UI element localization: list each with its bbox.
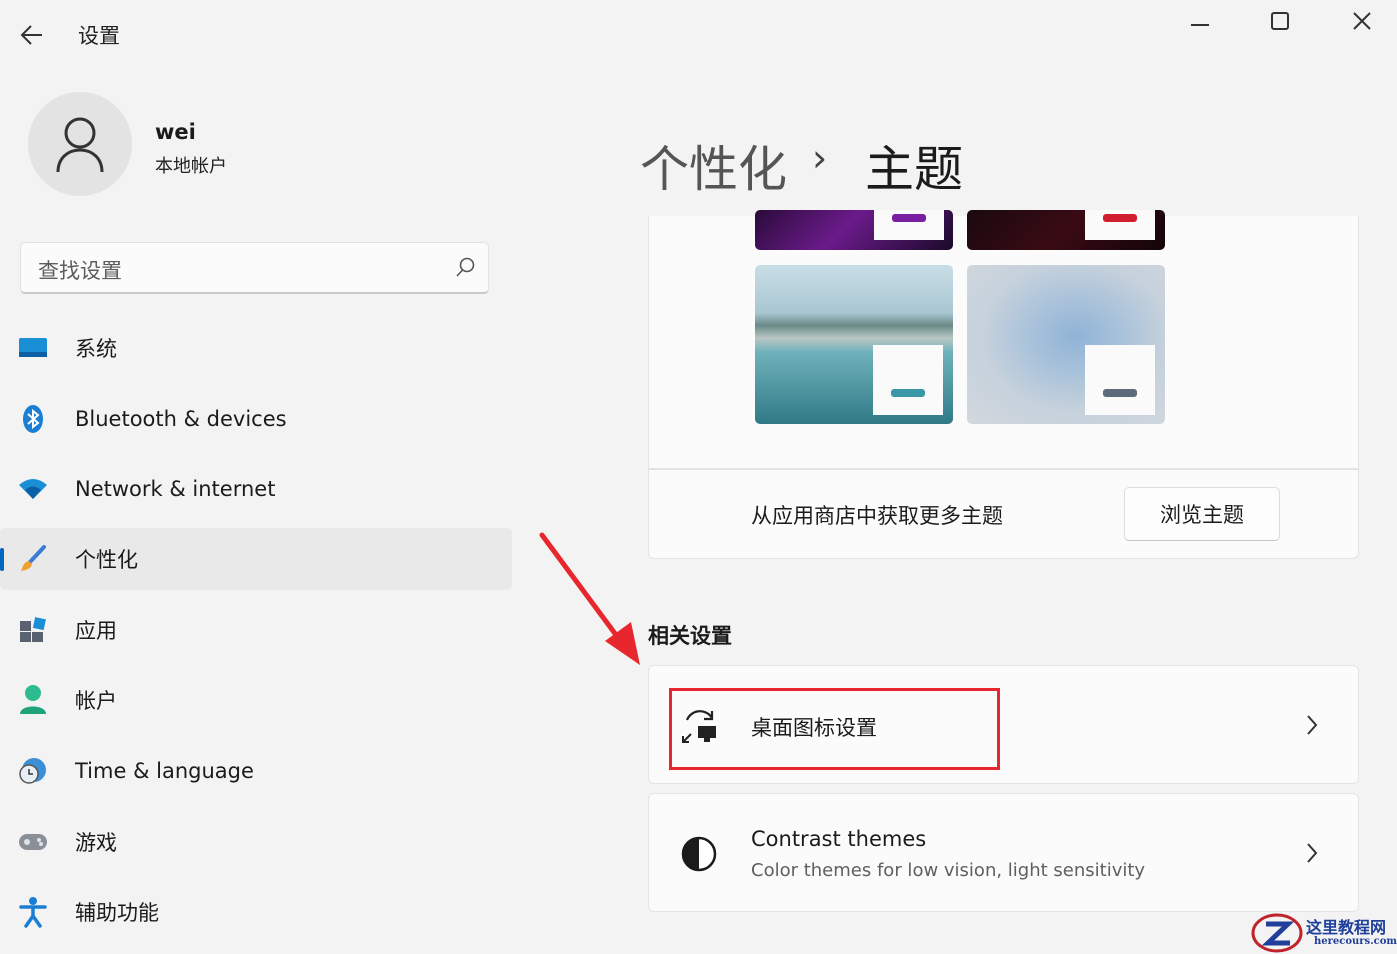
wifi-icon	[17, 473, 49, 505]
system-icon	[17, 332, 49, 364]
watermark-text: 这里教程网	[1306, 918, 1387, 937]
annotation-highlight-box	[669, 688, 1000, 770]
theme-preview-card	[1085, 345, 1155, 415]
accessibility-icon	[17, 896, 49, 928]
theme-preview-card	[873, 345, 943, 415]
sidebar-item-bluetooth[interactable]: Bluetooth & devices	[0, 388, 512, 450]
theme-accent-bar	[892, 214, 926, 222]
store-themes-text: 从应用商店中获取更多主题	[751, 504, 1003, 528]
store-themes-row: 从应用商店中获取更多主题 浏览主题	[648, 469, 1359, 559]
maximize-icon	[1271, 12, 1289, 30]
sidebar-item-time-language[interactable]: Time & language	[0, 740, 512, 802]
sidebar-item-label: 帐户	[75, 689, 117, 713]
user-name: wei	[155, 120, 196, 144]
contrast-icon	[679, 834, 719, 874]
sidebar-item-label: 应用	[75, 619, 117, 643]
minimize-button[interactable]	[1172, 4, 1228, 38]
related-settings-heading: 相关设置	[648, 624, 732, 648]
watermark-z-icon	[1251, 913, 1303, 953]
selected-indicator	[0, 548, 4, 571]
search-placeholder: 查找设置	[38, 259, 122, 283]
sidebar-item-network[interactable]: Network & internet	[0, 458, 512, 520]
theme-thumbnail-lake[interactable]	[755, 265, 953, 424]
theme-thumbnail-dark-red[interactable]	[967, 210, 1165, 250]
contrast-themes-title: Contrast themes	[751, 827, 927, 851]
back-arrow-icon	[20, 25, 42, 45]
clock-globe-icon	[17, 755, 49, 787]
sidebar-item-label: Network & internet	[75, 477, 276, 501]
contrast-themes-description: Color themes for low vision, light sensi…	[751, 860, 1146, 881]
chevron-right-icon	[1302, 712, 1322, 738]
annotation-arrow-icon	[539, 532, 640, 665]
sidebar-item-label: 游戏	[75, 831, 117, 855]
sidebar-item-accessibility[interactable]: 辅助功能	[0, 881, 512, 943]
brush-icon	[17, 543, 49, 575]
minimize-icon	[1191, 24, 1209, 26]
sidebar-item-apps[interactable]: 应用	[0, 599, 512, 661]
search-icon	[456, 257, 475, 277]
gamepad-icon	[17, 826, 49, 858]
page-title: 主题	[865, 141, 964, 198]
browse-themes-button[interactable]: 浏览主题	[1124, 487, 1280, 541]
theme-accent-bar	[1103, 389, 1137, 397]
close-button[interactable]	[1334, 4, 1390, 38]
search-input[interactable]: 查找设置	[20, 242, 489, 294]
sidebar-item-label: Bluetooth & devices	[75, 407, 287, 431]
themes-gallery	[648, 210, 1359, 469]
breadcrumb-separator: ›	[812, 136, 828, 180]
back-button[interactable]	[14, 18, 50, 52]
sidebar-item-personalization[interactable]: 个性化	[0, 528, 512, 590]
sidebar-item-gaming[interactable]: 游戏	[0, 811, 512, 873]
apps-icon	[17, 614, 49, 646]
theme-thumbnail-bloom[interactable]	[967, 265, 1165, 424]
maximize-button[interactable]	[1252, 4, 1308, 38]
sidebar-item-label: Time & language	[75, 759, 254, 783]
contrast-themes-card[interactable]: Contrast themes Color themes for low vis…	[648, 793, 1359, 912]
close-icon	[1353, 12, 1371, 30]
sidebar-item-label: 系统	[75, 337, 117, 361]
account-type: 本地帐户	[155, 156, 227, 177]
account-icon	[17, 684, 49, 716]
theme-accent-bar	[1103, 214, 1137, 222]
user-icon	[56, 117, 104, 173]
breadcrumb-parent[interactable]: 个性化	[640, 130, 787, 201]
watermark-subtext: herecours.com	[1314, 936, 1397, 947]
chevron-right-icon	[1302, 840, 1322, 866]
sidebar-item-label: 个性化	[75, 548, 138, 572]
sidebar-item-system[interactable]: 系统	[0, 317, 512, 379]
sidebar-item-accounts[interactable]: 帐户	[0, 669, 512, 731]
theme-accent-bar	[891, 389, 925, 397]
watermark-logo: 这里教程网 herecours.com	[1250, 912, 1397, 954]
bluetooth-icon	[17, 403, 49, 435]
sidebar-item-label: 辅助功能	[75, 901, 159, 925]
theme-thumbnail-glow[interactable]	[755, 210, 953, 250]
app-title: 设置	[78, 24, 120, 48]
avatar[interactable]	[28, 92, 132, 196]
